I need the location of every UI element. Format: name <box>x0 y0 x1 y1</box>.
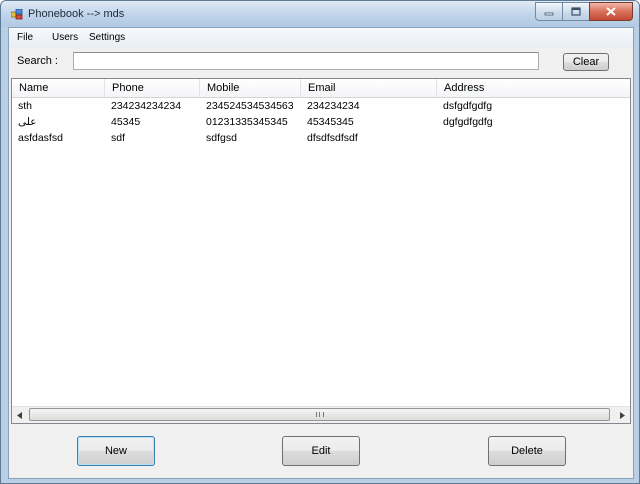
cell-name: sth <box>18 100 33 112</box>
title-bar[interactable]: Phonebook --> mds <box>1 1 639 27</box>
minimize-button[interactable] <box>535 2 562 21</box>
menu-users[interactable]: Users <box>52 32 78 43</box>
search-input[interactable] <box>73 52 539 70</box>
table-row[interactable]: علی 45345 01231335345345 45345345 dgfgdf… <box>12 114 630 130</box>
column-header-mobile[interactable]: Mobile <box>200 79 301 97</box>
column-header-email[interactable]: Email <box>301 79 437 97</box>
column-header-name[interactable]: Name <box>12 79 105 97</box>
menu-bar: File Users Settings <box>9 28 633 48</box>
scroll-left-button[interactable] <box>12 407 28 423</box>
table-row[interactable]: sth 234234234234 234524534534563 2342342… <box>12 98 630 114</box>
cell-address: dgfgdfgdfg <box>443 116 493 128</box>
cell-address <box>437 130 443 146</box>
list-header: Name Phone Mobile Email Address <box>12 79 630 98</box>
close-icon <box>606 7 616 16</box>
arrow-right-icon <box>620 411 625 419</box>
cell-email: 45345345 <box>307 116 354 128</box>
maximize-button[interactable] <box>562 2 589 21</box>
cell-email: 234234234 <box>307 100 360 112</box>
client-area: File Users Settings Search : Clear Name … <box>8 27 634 479</box>
cell-email: dfsdfsdfsdf <box>307 132 358 144</box>
cell-mobile: 234524534534563 <box>206 100 294 112</box>
scrollbar-thumb[interactable] <box>29 408 610 421</box>
cell-phone: 45345 <box>111 116 141 128</box>
grip-icon <box>315 412 324 417</box>
cell-name: asfdasfsd <box>18 132 63 144</box>
column-header-address[interactable]: Address <box>437 79 630 97</box>
edit-button[interactable]: Edit <box>282 436 360 466</box>
menu-file[interactable]: File <box>17 32 33 43</box>
cell-mobile: 01231335345345 <box>206 116 288 128</box>
search-label: Search : <box>17 55 58 67</box>
phonebook-icon <box>11 9 23 20</box>
cell-name: علی <box>18 116 37 128</box>
cell-phone: sdf <box>111 132 126 144</box>
maximize-icon <box>571 7 581 16</box>
clear-button[interactable]: Clear <box>563 53 609 71</box>
minimize-icon <box>544 12 554 15</box>
cell-address: dsfgdfgdfg <box>443 100 493 112</box>
close-button[interactable] <box>589 2 633 21</box>
arrow-left-icon <box>17 411 22 419</box>
column-header-phone[interactable]: Phone <box>105 79 200 97</box>
cell-mobile: sdfgsd <box>206 132 237 144</box>
window-title: Phonebook --> mds <box>28 8 125 20</box>
caption-buttons <box>535 2 633 21</box>
new-button[interactable]: New <box>77 436 155 466</box>
scroll-right-button[interactable] <box>614 407 630 423</box>
table-row[interactable]: asfdasfsd sdf sdfgsd dfsdfsdfsdf <box>12 130 630 146</box>
app-window: Phonebook --> mds File Users Settings Se… <box>0 0 640 484</box>
delete-button[interactable]: Delete <box>488 436 566 466</box>
contacts-list[interactable]: Name Phone Mobile Email Address sth 2342… <box>11 78 631 424</box>
cell-phone: 234234234234 <box>111 100 182 112</box>
horizontal-scrollbar[interactable] <box>12 406 630 423</box>
menu-settings[interactable]: Settings <box>89 32 125 43</box>
